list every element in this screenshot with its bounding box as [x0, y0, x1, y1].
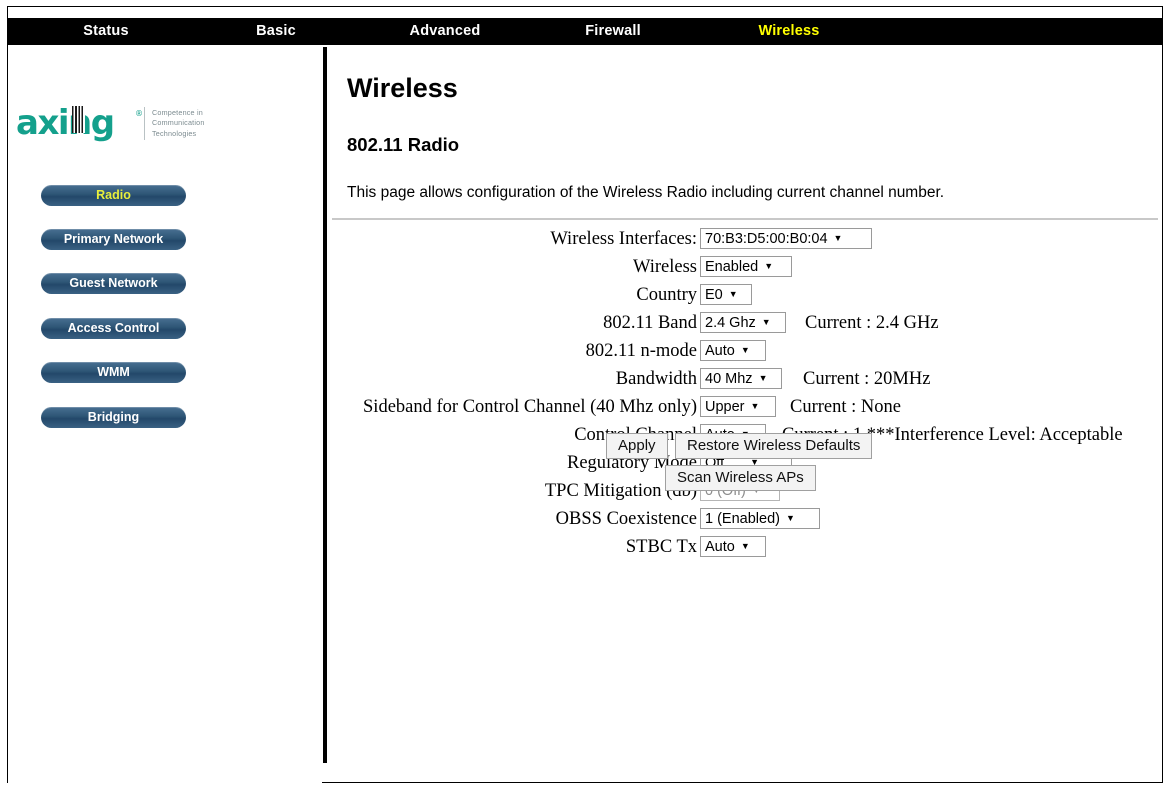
form-row: 802.11 Band 2.4 Ghz ▼ Current : 2.4 GHz	[338, 311, 1171, 339]
form-row: Wireless Interfaces: 70:B3:D5:00:B0:04 ▼	[338, 227, 1171, 255]
select-value: 2.4 Ghz	[705, 315, 756, 331]
page-description: This page allows configuration of the Wi…	[347, 184, 945, 201]
select-wireless-interfaces[interactable]: 70:B3:D5:00:B0:04 ▼	[700, 228, 872, 249]
page-title: Wireless	[347, 73, 458, 103]
current-value-text: Current : None	[790, 397, 901, 417]
select-value: 1 (Enabled)	[705, 511, 780, 527]
chevron-down-icon: ▼	[785, 513, 795, 523]
form-row: Wireless Enabled ▼	[338, 255, 1171, 283]
logo-tagline: Competence in Communication Technologies	[152, 108, 205, 138]
apply-button[interactable]: Apply	[606, 433, 668, 459]
sidebar-item-wmm[interactable]: WMM	[41, 362, 186, 383]
nav-tab-advanced[interactable]: Advanced	[386, 18, 504, 45]
chevron-down-icon: ▼	[764, 261, 774, 271]
sidebar-item-bridging[interactable]: Bridging	[41, 407, 186, 428]
content-divider	[323, 47, 327, 763]
sidebar-item-primary-network[interactable]: Primary Network	[41, 229, 186, 250]
chevron-down-icon: ▼	[740, 345, 750, 355]
current-value-text: Current : 20MHz	[803, 369, 931, 389]
nav-tab-wireless[interactable]: Wireless	[736, 18, 842, 45]
form-row: Country E0 ▼	[338, 283, 1171, 311]
top-navigation-bar: Status Basic Advanced Firewall Wireless	[8, 18, 1162, 45]
scan-wireless-aps-button[interactable]: Scan Wireless APs	[665, 465, 816, 491]
chevron-down-icon: ▼	[761, 317, 771, 327]
form-row: Sideband for Control Channel (40 Mhz onl…	[338, 395, 1171, 423]
field-label: Sideband for Control Channel (40 Mhz onl…	[363, 397, 697, 417]
page-frame: Status Basic Advanced Firewall Wireless axin…	[7, 6, 1163, 783]
field-label: 802.11 n-mode	[585, 341, 697, 361]
chevron-down-icon: ▼	[750, 401, 760, 411]
select-wireless[interactable]: Enabled ▼	[700, 256, 792, 277]
chevron-down-icon: ▼	[728, 289, 738, 299]
sidebar-item-guest-network[interactable]: Guest Network	[41, 273, 186, 294]
select-value: E0	[705, 287, 723, 303]
select-value: Enabled	[705, 259, 759, 275]
main-content: Wireless 802.11 Radio This page allows c…	[332, 45, 1158, 783]
restore-wireless-defaults-button[interactable]: Restore Wireless Defaults	[675, 433, 873, 459]
nav-tab-basic[interactable]: Basic	[226, 18, 326, 45]
select-value: Auto	[705, 343, 735, 359]
logo-barcode-icon	[72, 106, 85, 133]
current-value-text: Current : 2.4 GHz	[805, 313, 939, 333]
chevron-down-icon: ▼	[740, 541, 750, 551]
form-row: STBC Tx Auto ▼	[338, 535, 1171, 563]
select-802-11-band[interactable]: 2.4 Ghz ▼	[700, 312, 786, 333]
nav-tab-firewall[interactable]: Firewall	[563, 18, 663, 45]
horizontal-rule	[332, 218, 1158, 220]
select-802-11-n-mode[interactable]: Auto ▼	[700, 340, 766, 361]
select-bandwidth[interactable]: 40 Mhz ▼	[700, 368, 782, 389]
chevron-down-icon: ▼	[758, 373, 768, 383]
sidebar: axing ® Competence in Communication Tech…	[8, 45, 322, 783]
field-label: STBC Tx	[625, 537, 697, 557]
section-title: 802.11 Radio	[347, 134, 460, 155]
field-label: Country	[636, 285, 697, 305]
select-country[interactable]: E0 ▼	[700, 284, 752, 305]
sidebar-item-access-control[interactable]: Access Control	[41, 318, 186, 339]
select-stbc-tx[interactable]: Auto ▼	[700, 536, 766, 557]
select-value: 40 Mhz	[705, 371, 753, 387]
chevron-down-icon: ▼	[833, 233, 843, 243]
select-obss-coexistence[interactable]: 1 (Enabled) ▼	[700, 508, 820, 529]
field-label: OBSS Coexistence	[555, 509, 697, 529]
sidebar-item-radio[interactable]: Radio	[41, 185, 186, 206]
field-label: Wireless	[633, 257, 697, 277]
logo-divider	[144, 107, 145, 140]
axing-logo: axing ® Competence in Communication Tech…	[16, 103, 216, 149]
select-value: Auto	[705, 539, 735, 555]
field-label: Wireless Interfaces:	[550, 229, 697, 249]
logo-wordmark: axing	[16, 103, 115, 143]
field-label: 802.11 Band	[603, 313, 697, 333]
select-sideband-for-control-channel-40-mhz-only[interactable]: Upper ▼	[700, 396, 776, 417]
logo-registered-mark: ®	[135, 109, 143, 118]
select-value: Upper	[705, 399, 745, 415]
form-row: Bandwidth 40 Mhz ▼ Current : 20MHz	[338, 367, 1171, 395]
form-row: 802.11 n-mode Auto ▼	[338, 339, 1171, 367]
nav-tab-status[interactable]: Status	[56, 18, 156, 45]
wireless-radio-form: Wireless Interfaces: 70:B3:D5:00:B0:04 ▼ Wi…	[338, 227, 1171, 563]
field-label: Bandwidth	[615, 369, 697, 389]
select-value: 70:B3:D5:00:B0:04	[705, 231, 828, 247]
form-row: OBSS Coexistence 1 (Enabled) ▼	[338, 507, 1171, 535]
